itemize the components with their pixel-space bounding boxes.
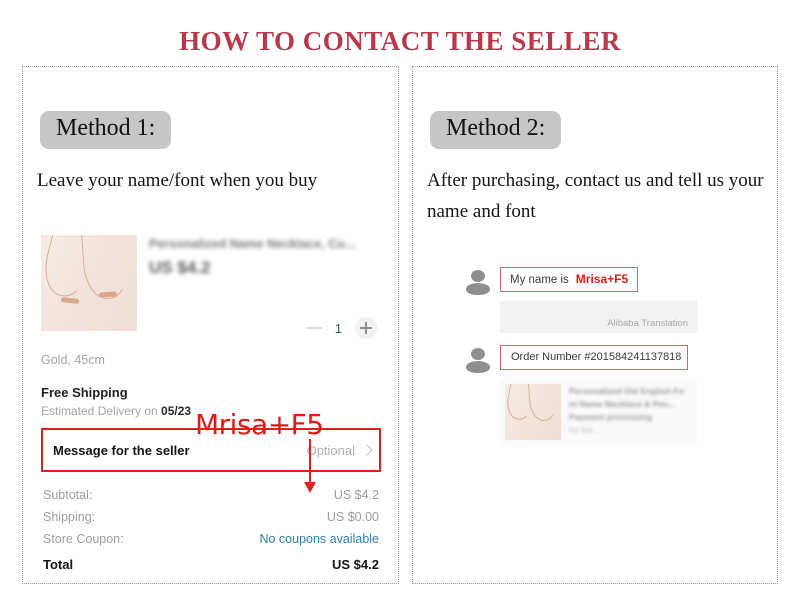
grand-total-row: Total US $4.2 [41, 550, 381, 576]
annotation-arrow-icon [304, 439, 316, 493]
checkout-product-row: Personalized Name Necklace, Cu... US $4.… [41, 235, 381, 339]
avatar [465, 269, 491, 295]
method-2-description: After purchasing, contact us and tell us… [427, 169, 764, 222]
grand-total-label: Total [43, 557, 74, 572]
total-row-value: US $0.00 [326, 510, 379, 524]
product-info: Personalized Name Necklace, Cu... US $4.… [149, 235, 381, 278]
minus-icon[interactable] [306, 327, 322, 329]
quantity-value: 1 [334, 320, 342, 336]
order-totals: Subtotal: US $4.2 Shipping: US $0.00 Sto… [41, 484, 381, 576]
methods-container: Method 1: Leave your name/font when you … [22, 66, 778, 584]
total-row: Subtotal: US $4.2 [41, 484, 381, 506]
chat-message-highlight: Mrisa+F5 [575, 272, 629, 286]
method-1-panel: Method 1: Leave your name/font when you … [22, 66, 399, 584]
order-product-line: nt Name Necklace & Pen... [569, 399, 676, 409]
order-product-card[interactable]: Personalized Old English Fo nt Name Neck… [500, 379, 697, 445]
total-row-label: Subtotal: [43, 488, 93, 502]
method-2-badge: Method 2: [430, 111, 562, 149]
chat-bubble-name: My name is Mrisa+F5 [500, 267, 639, 292]
page-title: HOW TO CONTACT THE SELLER [179, 26, 621, 56]
total-row: Shipping: US $0.00 [41, 506, 381, 528]
total-row-label: Shipping: [43, 510, 96, 524]
total-row-value-link[interactable]: No coupons available [259, 532, 379, 546]
translation-panel: Alibaba Translation [500, 301, 697, 333]
order-product-line: Payment processing [569, 412, 653, 422]
total-row-label: Store Coupon: [43, 532, 124, 546]
necklace-chain-detail [60, 297, 80, 304]
checkout-mockup: Personalized Name Necklace, Cu... US $4.… [41, 235, 381, 576]
total-row: Store Coupon: No coupons available [41, 528, 381, 550]
chat-mockup: My name is Mrisa+F5 Alibaba Translation … [465, 267, 733, 445]
order-product-line: for fee... [569, 425, 601, 435]
grand-total-value: US $4.2 [332, 557, 379, 572]
avatar [465, 347, 491, 373]
quantity-stepper[interactable]: 1 [306, 317, 377, 339]
chat-bubble-order: Order Number #201584241137818 [500, 345, 688, 370]
translation-label: Alibaba Translation [607, 318, 688, 329]
total-row-value: US $4.2 [333, 488, 379, 502]
message-for-seller-label: Message for the seller [53, 442, 190, 458]
chat-message-row: My name is Mrisa+F5 [465, 267, 733, 295]
shipping-title: Free Shipping [41, 385, 128, 400]
method-2-panel: Method 2: After purchasing, contact us a… [412, 66, 778, 584]
product-thumbnail-image [41, 235, 137, 331]
order-product-text: Personalized Old English Fo nt Name Neck… [569, 384, 692, 440]
necklace-chain-detail [98, 291, 118, 298]
method-1-description: Leave your name/font when you buy [37, 169, 318, 191]
chevron-right-icon [361, 444, 373, 456]
shipping-estimate-date: 05/23 [161, 404, 192, 418]
method-1-badge: Method 1: [40, 111, 172, 149]
plus-icon[interactable] [355, 317, 377, 339]
shipping-estimate-prefix: Estimated Delivery on [41, 404, 162, 418]
order-product-thumbnail [505, 384, 561, 440]
chat-message-prefix: My name is [510, 274, 569, 286]
product-price: US $4.2 [149, 258, 211, 277]
chat-message-row: Order Number #201584241137818 [465, 345, 733, 373]
order-product-line: Personalized Old English Fo [569, 386, 684, 396]
product-title: Personalized Name Necklace, Cu... [149, 237, 356, 251]
message-placeholder-text: Optional [306, 442, 355, 458]
message-for-seller-value: Optional [306, 442, 373, 458]
annotation-name-text: Mrisa+F5 [195, 408, 324, 441]
product-variant: Gold, 45cm [41, 353, 105, 367]
